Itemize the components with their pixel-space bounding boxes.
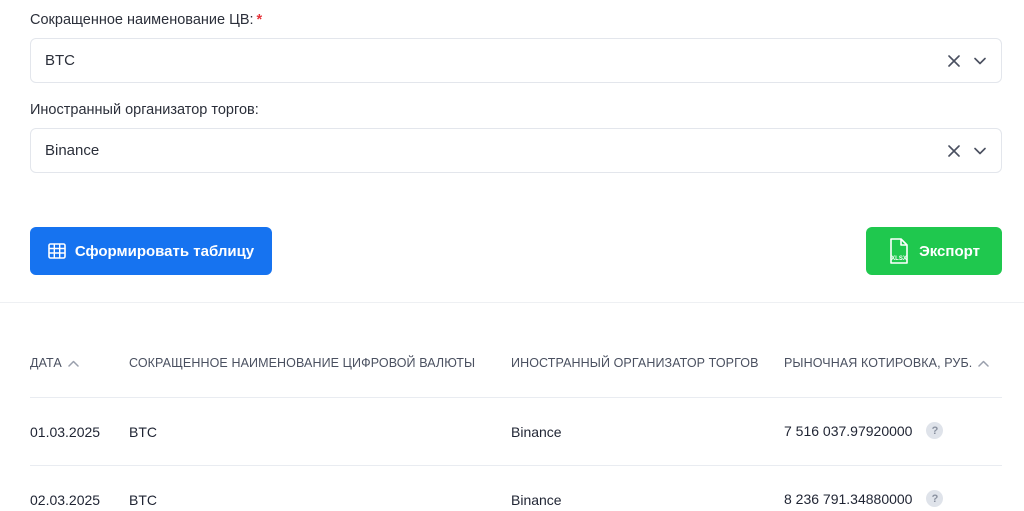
cell-date: 02.03.2025 bbox=[30, 492, 101, 508]
required-mark: * bbox=[256, 12, 263, 28]
export-button[interactable]: XLSX Экспорт bbox=[866, 227, 1002, 275]
quote-value: 8 236 791.34880000 bbox=[784, 490, 913, 507]
xlsx-icon-text: XLSX bbox=[891, 256, 907, 262]
chevron-down-icon[interactable] bbox=[973, 54, 987, 68]
help-icon[interactable]: ? bbox=[926, 422, 944, 439]
quote-value: 7 516 037.97920000 bbox=[784, 422, 913, 439]
clear-icon[interactable] bbox=[947, 54, 961, 68]
cell-organizer: Binance bbox=[511, 424, 562, 440]
organizer-select-value: Binance bbox=[45, 142, 100, 159]
row-divider bbox=[30, 465, 1002, 466]
cell-date: 01.03.2025 bbox=[30, 424, 101, 440]
xlsx-file-icon: XLSX bbox=[888, 238, 910, 264]
column-header-date[interactable]: ДАТА bbox=[30, 356, 79, 370]
column-header-organizer: ИНОСТРАННЫЙ ОРГАНИЗАТОР ТОРГОВ bbox=[511, 356, 759, 370]
currency-select-value: BTC bbox=[45, 52, 75, 69]
help-icon[interactable]: ? bbox=[926, 490, 944, 507]
currency-select[interactable]: BTC bbox=[30, 38, 1002, 83]
clear-icon[interactable] bbox=[947, 144, 961, 158]
table-icon bbox=[48, 243, 66, 259]
section-divider bbox=[0, 302, 1024, 303]
row-divider bbox=[30, 397, 1002, 398]
cell-currency: BTC bbox=[129, 424, 157, 440]
export-label: Экспорт bbox=[919, 242, 980, 260]
column-header-currency: СОКРАЩЕННОЕ НАИМЕНОВАНИЕ ЦИФРОВОЙ ВАЛЮТЫ bbox=[129, 356, 476, 370]
cell-organizer: Binance bbox=[511, 492, 562, 508]
cell-quote: 8 236 791.34880000 ? bbox=[784, 490, 944, 507]
organizer-field-label: Иностранный организатор торгов: bbox=[30, 102, 259, 118]
sort-asc-icon[interactable] bbox=[68, 360, 79, 367]
build-table-button[interactable]: Сформировать таблицу bbox=[30, 227, 272, 275]
build-table-label: Сформировать таблицу bbox=[74, 242, 255, 260]
cell-currency: BTC bbox=[129, 492, 157, 508]
chevron-down-icon[interactable] bbox=[973, 144, 987, 158]
sort-asc-icon[interactable] bbox=[978, 360, 990, 367]
column-header-quote[interactable]: РЫНОЧНАЯ КОТИРОВКА, РУБ. bbox=[784, 356, 990, 370]
cell-quote: 7 516 037.97920000 ? bbox=[784, 422, 944, 439]
currency-field-label: Сокращенное наименование ЦВ: * bbox=[30, 12, 263, 28]
organizer-select[interactable]: Binance bbox=[30, 128, 1002, 173]
